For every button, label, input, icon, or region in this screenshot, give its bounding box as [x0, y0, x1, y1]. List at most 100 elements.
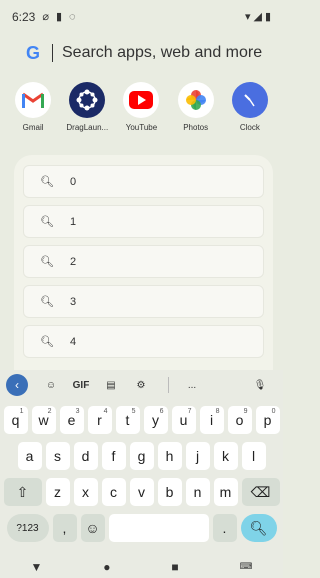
- key-v[interactable]: v: [129, 478, 154, 506]
- key-c[interactable]: c: [101, 478, 126, 506]
- search-key[interactable]: 🔍︎: [240, 514, 277, 542]
- keyboard: ‹ ☺ GIF ▤ ⚙ ... 🎙︎ q1 w2 e3 r4 t5 y6 u7 …: [0, 370, 283, 578]
- gmail-icon: [15, 82, 52, 118]
- key-l[interactable]: l: [241, 442, 266, 470]
- suggestion-panel: 🔍︎ 0 🔍︎ 1 🔍︎ 2 🔍︎ 3 🔍︎ 4: [14, 155, 273, 375]
- recents-icon[interactable]: ■: [171, 560, 178, 574]
- keyboard-toolbar: ‹ ☺ GIF ▤ ⚙ ... 🎙︎: [0, 370, 283, 400]
- suggestion-row[interactable]: 🔍︎ 4: [23, 325, 264, 358]
- key-d[interactable]: d: [73, 442, 98, 470]
- app-photos[interactable]: Photos: [170, 82, 222, 146]
- clock-icon: [231, 82, 268, 118]
- app-label: YouTube: [125, 123, 158, 132]
- battery-icon: ▮: [264, 10, 271, 23]
- search-icon: 🔍︎: [40, 216, 54, 228]
- key-r[interactable]: r4: [87, 406, 112, 434]
- comma-key[interactable]: ,: [52, 514, 77, 542]
- key-j[interactable]: j: [185, 442, 210, 470]
- app-draglauncher[interactable]: DragLaun...: [61, 82, 113, 146]
- app-label: Photos: [183, 123, 209, 132]
- storage-icon: ▮: [55, 10, 63, 23]
- sync-icon: ◌: [69, 10, 76, 23]
- gif-button[interactable]: GIF: [68, 374, 94, 396]
- app-gmail[interactable]: Gmail: [7, 82, 59, 146]
- key-q[interactable]: q1: [3, 406, 28, 434]
- emoji-icon: ☺: [85, 520, 100, 536]
- app-label: DragLaun...: [66, 123, 109, 132]
- text-cursor: [52, 44, 53, 62]
- key-s[interactable]: s: [45, 442, 70, 470]
- key-t[interactable]: t5: [115, 406, 140, 434]
- back-nav-icon[interactable]: ▼: [30, 560, 42, 574]
- key-u[interactable]: u7: [171, 406, 196, 434]
- key-row-4: ?123 , ☺ . 🔍︎: [0, 514, 283, 542]
- key-a[interactable]: a: [17, 442, 42, 470]
- search-icon: 🔍︎: [40, 176, 54, 188]
- google-icon: G: [26, 42, 41, 63]
- app-row: Gmail DragLaun... YouTube Photos Clock: [0, 82, 283, 146]
- microphone-icon[interactable]: 🎙︎: [247, 374, 273, 396]
- suggestion-row[interactable]: 🔍︎ 1: [23, 205, 264, 238]
- key-row-2: a s d f g h j k l: [0, 442, 283, 470]
- key-h[interactable]: h: [157, 442, 182, 470]
- location-icon: ⌀: [42, 10, 49, 23]
- draglauncher-icon: [69, 82, 106, 118]
- suggestion-text: 3: [69, 295, 77, 308]
- suggestion-text: 4: [69, 335, 77, 348]
- app-label: Clock: [239, 123, 260, 132]
- key-f[interactable]: f: [101, 442, 126, 470]
- key-o[interactable]: o9: [227, 406, 252, 434]
- app-clock[interactable]: Clock: [224, 82, 276, 146]
- youtube-icon: [123, 82, 160, 118]
- key-p[interactable]: p0: [255, 406, 280, 434]
- status-time: 6:23: [12, 10, 36, 24]
- back-icon[interactable]: ‹: [6, 374, 28, 396]
- key-row-3: ⇧ z x c v b n m ⌫: [0, 478, 283, 506]
- key-m[interactable]: m: [213, 478, 238, 506]
- key-z[interactable]: z: [45, 478, 70, 506]
- settings-icon[interactable]: ⚙: [128, 374, 154, 396]
- key-b[interactable]: b: [157, 478, 182, 506]
- backspace-key[interactable]: ⌫: [241, 478, 280, 506]
- period-key[interactable]: .: [212, 514, 237, 542]
- key-i[interactable]: i8: [199, 406, 224, 434]
- suggestion-row[interactable]: 🔍︎ 0: [23, 165, 264, 198]
- search-input[interactable]: Search apps, web and more: [62, 44, 262, 62]
- key-x[interactable]: x: [73, 478, 98, 506]
- key-k[interactable]: k: [213, 442, 238, 470]
- search-icon: 🔍︎: [40, 296, 54, 308]
- suggestion-row[interactable]: 🔍︎ 2: [23, 245, 264, 278]
- suggestion-text: 0: [69, 175, 77, 188]
- photos-icon: [177, 82, 214, 118]
- symbols-key[interactable]: ?123: [6, 514, 49, 542]
- key-g[interactable]: g: [129, 442, 154, 470]
- key-n[interactable]: n: [185, 478, 210, 506]
- emoji-key[interactable]: ☺: [80, 514, 105, 542]
- signal-icon: ◢: [253, 10, 262, 23]
- toolbar-divider: [168, 377, 169, 393]
- app-label: Gmail: [22, 123, 44, 132]
- wifi-icon: ▾: [244, 10, 251, 23]
- emoji-sticker-icon[interactable]: ☺: [38, 374, 64, 396]
- navigation-bar: ▼ ● ■ ⌨: [0, 555, 283, 578]
- search-icon: 🔍︎: [249, 519, 268, 536]
- search-bar[interactable]: G Search apps, web and more: [14, 37, 269, 69]
- key-y[interactable]: y6: [143, 406, 168, 434]
- home-icon[interactable]: ●: [103, 560, 110, 574]
- search-icon: 🔍︎: [40, 256, 54, 268]
- key-e[interactable]: e3: [59, 406, 84, 434]
- shift-key[interactable]: ⇧: [3, 478, 42, 506]
- status-bar: 6:23 ⌀ ▮ ◌ ▾ ◢ ▮: [0, 0, 283, 34]
- more-button[interactable]: ...: [179, 374, 205, 396]
- suggestion-text: 1: [69, 215, 77, 228]
- key-row-1: q1 w2 e3 r4 t5 y6 u7 i8 o9 p0: [0, 406, 283, 434]
- app-youtube[interactable]: YouTube: [115, 82, 167, 146]
- suggestion-text: 2: [69, 255, 77, 268]
- suggestion-row[interactable]: 🔍︎ 3: [23, 285, 264, 318]
- shift-icon: ⇧: [16, 483, 29, 500]
- space-key[interactable]: [108, 514, 209, 542]
- keyboard-switch-icon[interactable]: ⌨: [240, 561, 253, 572]
- clipboard-icon[interactable]: ▤: [98, 374, 124, 396]
- key-w[interactable]: w2: [31, 406, 56, 434]
- search-icon: 🔍︎: [40, 336, 54, 348]
